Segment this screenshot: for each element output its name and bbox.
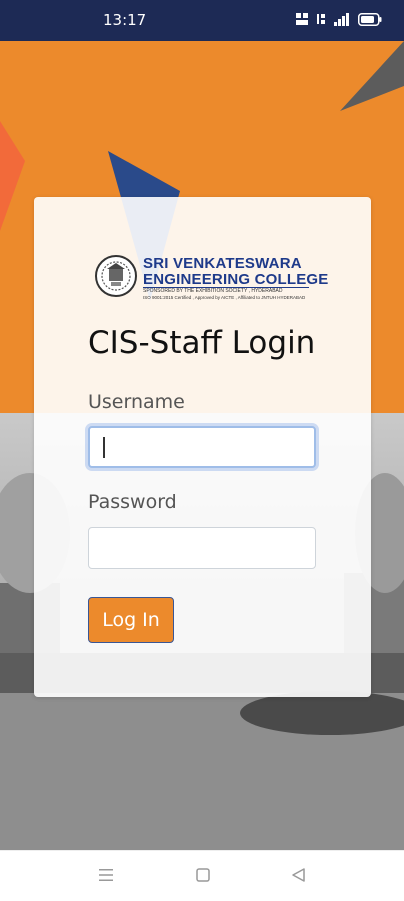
password-label: Password (88, 491, 177, 513)
text-caret (103, 437, 105, 458)
login-card: SRI VENKATESWARA ENGINEERING COLLEGE SPO… (34, 197, 371, 697)
username-label: Username (88, 391, 185, 413)
username-input[interactable] (88, 426, 316, 468)
navigation-bar (0, 850, 404, 901)
signal-icon (334, 13, 349, 26)
password-input[interactable] (88, 527, 316, 569)
page-title: CIS-Staff Login (88, 325, 316, 361)
home-icon[interactable] (195, 867, 211, 883)
status-time: 13:17 (103, 11, 147, 29)
logo-line4: ISO 9001:2015 Certified , Approved by AI… (143, 295, 306, 300)
menu-icon[interactable] (98, 867, 114, 883)
back-icon[interactable] (291, 867, 307, 883)
college-emblem-icon (95, 255, 137, 297)
logo-line2: ENGINEERING COLLEGE (143, 271, 329, 288)
logo-line1: SRI VENKATESWARA (143, 255, 302, 272)
logo-line3: SPONSORED BY THE EXHIBITION SOCIETY , HY… (143, 288, 283, 294)
battery-icon (358, 12, 382, 26)
status-icons (295, 12, 382, 26)
volte-icon (317, 14, 325, 24)
status-bar: 13:17 (0, 0, 404, 41)
login-button[interactable]: Log In (88, 597, 174, 643)
college-logo: SRI VENKATESWARA ENGINEERING COLLEGE SPO… (94, 252, 328, 302)
data-speed-icon (296, 13, 308, 25)
